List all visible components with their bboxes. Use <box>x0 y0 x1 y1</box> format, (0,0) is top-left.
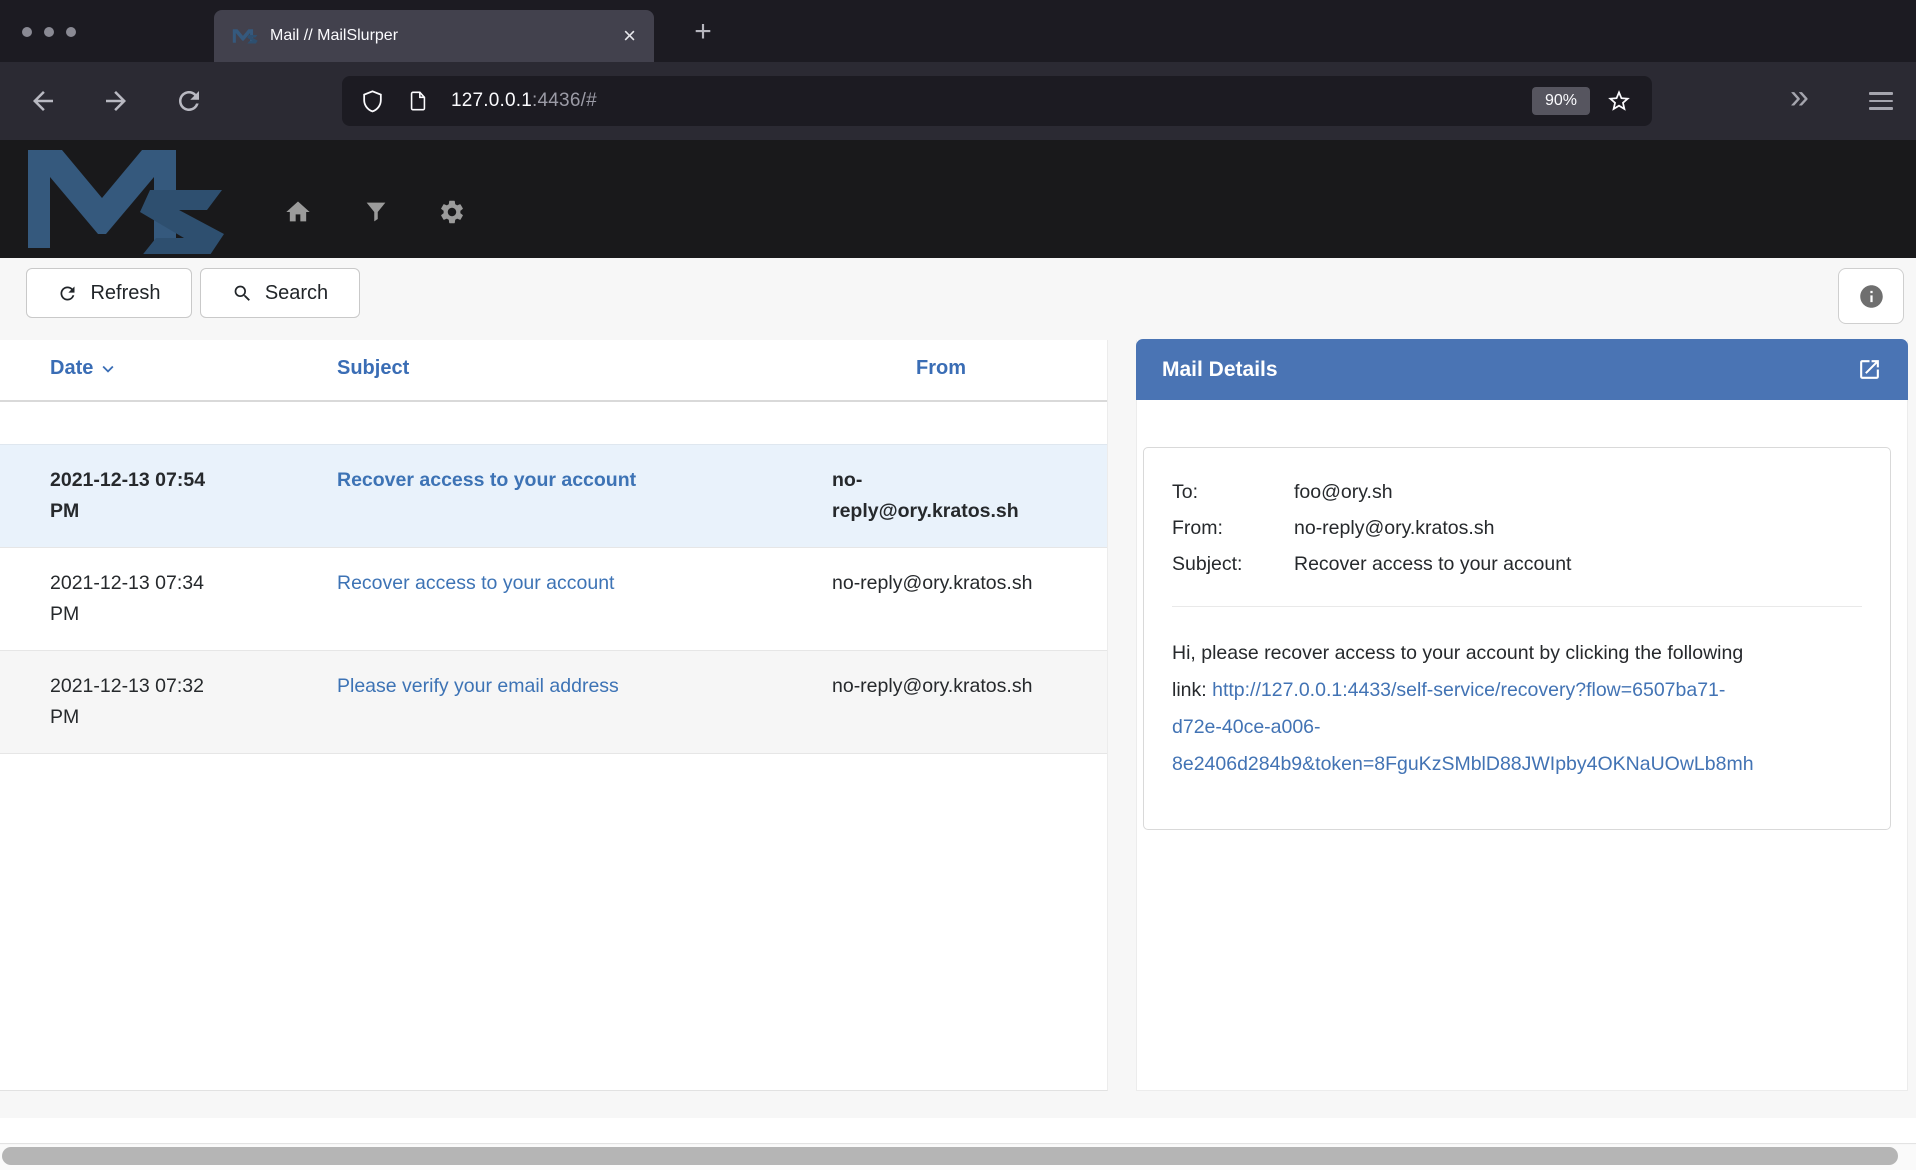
mail-list-body: 2021-12-13 07:54 PM Recover access to yo… <box>0 444 1107 754</box>
search-icon <box>232 283 253 304</box>
date-header-label: Date <box>50 357 93 380</box>
url-host: 127.0.0.1 <box>451 90 532 111</box>
column-header-from[interactable]: From <box>916 357 966 380</box>
mail-date: 2021-12-13 07:54 PM <box>50 465 220 527</box>
window-dot <box>44 27 54 37</box>
mail-subject-link[interactable]: Please verify your email address <box>337 671 767 733</box>
info-icon <box>1858 283 1885 310</box>
url-text[interactable]: 127.0.0.1:4436/# <box>451 90 597 112</box>
mail-date: 2021-12-13 07:32 PM <box>50 671 220 733</box>
url-path: :4436/# <box>532 90 597 111</box>
window-controls[interactable] <box>22 27 76 37</box>
tracking-protection-shield-icon[interactable] <box>360 88 385 115</box>
window-dot <box>66 27 76 37</box>
hamburger-menu-icon[interactable] <box>1869 92 1893 110</box>
mail-details-title: Mail Details <box>1162 358 1857 382</box>
url-bar[interactable]: 127.0.0.1:4436/# 90% <box>342 76 1652 126</box>
app-navbar <box>0 140 1916 258</box>
chevron-down-icon <box>97 358 119 380</box>
horizontal-scrollbar-track[interactable] <box>0 1145 1916 1170</box>
refresh-button-label: Refresh <box>90 282 160 305</box>
recovery-link[interactable]: http://127.0.0.1:4433/self-service/recov… <box>1172 679 1754 775</box>
mail-subject-link[interactable]: Recover access to your account <box>337 465 767 527</box>
detail-subject-row: Subject: Recover access to your account <box>1172 546 1862 582</box>
mail-date: 2021-12-13 07:34 PM <box>50 568 220 630</box>
mail-body: Hi, please recover access to your accoun… <box>1172 635 1764 783</box>
detail-to-row: To: foo@ory.sh <box>1172 474 1862 510</box>
browser-toolbar: 127.0.0.1:4436/# 90% » <box>0 62 1916 140</box>
mail-list-header: Date Subject From <box>0 340 1107 402</box>
bottom-strip <box>0 1118 1916 1144</box>
mail-details-header: Mail Details <box>1136 339 1908 400</box>
refresh-icon <box>57 283 78 304</box>
mail-row[interactable]: 2021-12-13 07:32 PM Please verify your e… <box>0 651 1107 754</box>
mail-from: no-reply@ory.kratos.sh <box>832 671 1037 733</box>
new-tab-button[interactable]: + <box>680 12 726 52</box>
mail-list-panel: Date Subject From 2021-12-13 07:54 PM Re… <box>0 340 1108 1091</box>
filter-nav-button[interactable] <box>362 198 390 226</box>
arrow-right-icon <box>101 86 131 116</box>
search-button[interactable]: Search <box>200 268 360 318</box>
column-header-subject[interactable]: Subject <box>337 357 409 380</box>
reload-button[interactable] <box>174 86 204 116</box>
from-value: no-reply@ory.kratos.sh <box>1294 510 1494 546</box>
tab-bar: Mail // MailSlurper × + <box>0 0 1916 62</box>
mail-details-card: To: foo@ory.sh From: no-reply@ory.kratos… <box>1143 447 1891 830</box>
forward-button[interactable] <box>101 86 131 116</box>
mailslurper-logo[interactable] <box>22 146 248 254</box>
info-button[interactable] <box>1838 268 1904 324</box>
external-link-icon[interactable] <box>1857 357 1882 382</box>
divider <box>1172 606 1862 607</box>
subject-label: Subject: <box>1172 546 1294 582</box>
mail-from: no-reply@ory.kratos.sh <box>832 568 1037 630</box>
column-header-date[interactable]: Date <box>50 357 119 380</box>
to-value: foo@ory.sh <box>1294 474 1393 510</box>
home-icon <box>284 198 312 226</box>
mail-row[interactable]: 2021-12-13 07:34 PM Recover access to yo… <box>0 548 1107 651</box>
settings-nav-button[interactable] <box>438 198 466 226</box>
subject-value: Recover access to your account <box>1294 546 1571 582</box>
window-dot <box>22 27 32 37</box>
mail-from: no-reply@ory.kratos.sh <box>832 465 1037 527</box>
from-label: From: <box>1172 510 1294 546</box>
search-button-label: Search <box>265 282 328 305</box>
mail-subject-link[interactable]: Recover access to your account <box>337 568 767 630</box>
refresh-button[interactable]: Refresh <box>26 268 192 318</box>
tab-close-icon[interactable]: × <box>623 25 636 47</box>
mail-details-panel: Mail Details To: foo@ory.sh From: no-rep… <box>1136 340 1908 1091</box>
home-nav-button[interactable] <box>284 198 312 226</box>
mailslurper-favicon <box>232 27 258 45</box>
browser-tab-mailslurper[interactable]: Mail // MailSlurper × <box>214 10 654 62</box>
arrow-left-icon <box>28 86 58 116</box>
back-button[interactable] <box>28 86 58 116</box>
overflow-chevrons-icon[interactable]: » <box>1790 78 1809 117</box>
tab-title: Mail // MailSlurper <box>270 27 623 45</box>
filter-icon <box>362 198 390 226</box>
gear-icon <box>438 198 466 226</box>
reload-icon <box>174 86 204 116</box>
to-label: To: <box>1172 474 1294 510</box>
page-info-icon[interactable] <box>407 88 429 114</box>
detail-from-row: From: no-reply@ory.kratos.sh <box>1172 510 1862 546</box>
zoom-level-badge[interactable]: 90% <box>1532 87 1590 115</box>
browser-window: Mail // MailSlurper × + 127.0.0.1:4436/#… <box>0 0 1916 1170</box>
mail-row-selected[interactable]: 2021-12-13 07:54 PM Recover access to yo… <box>0 444 1107 548</box>
bookmark-star-icon[interactable] <box>1606 88 1632 114</box>
horizontal-scrollbar-thumb[interactable] <box>2 1147 1898 1165</box>
